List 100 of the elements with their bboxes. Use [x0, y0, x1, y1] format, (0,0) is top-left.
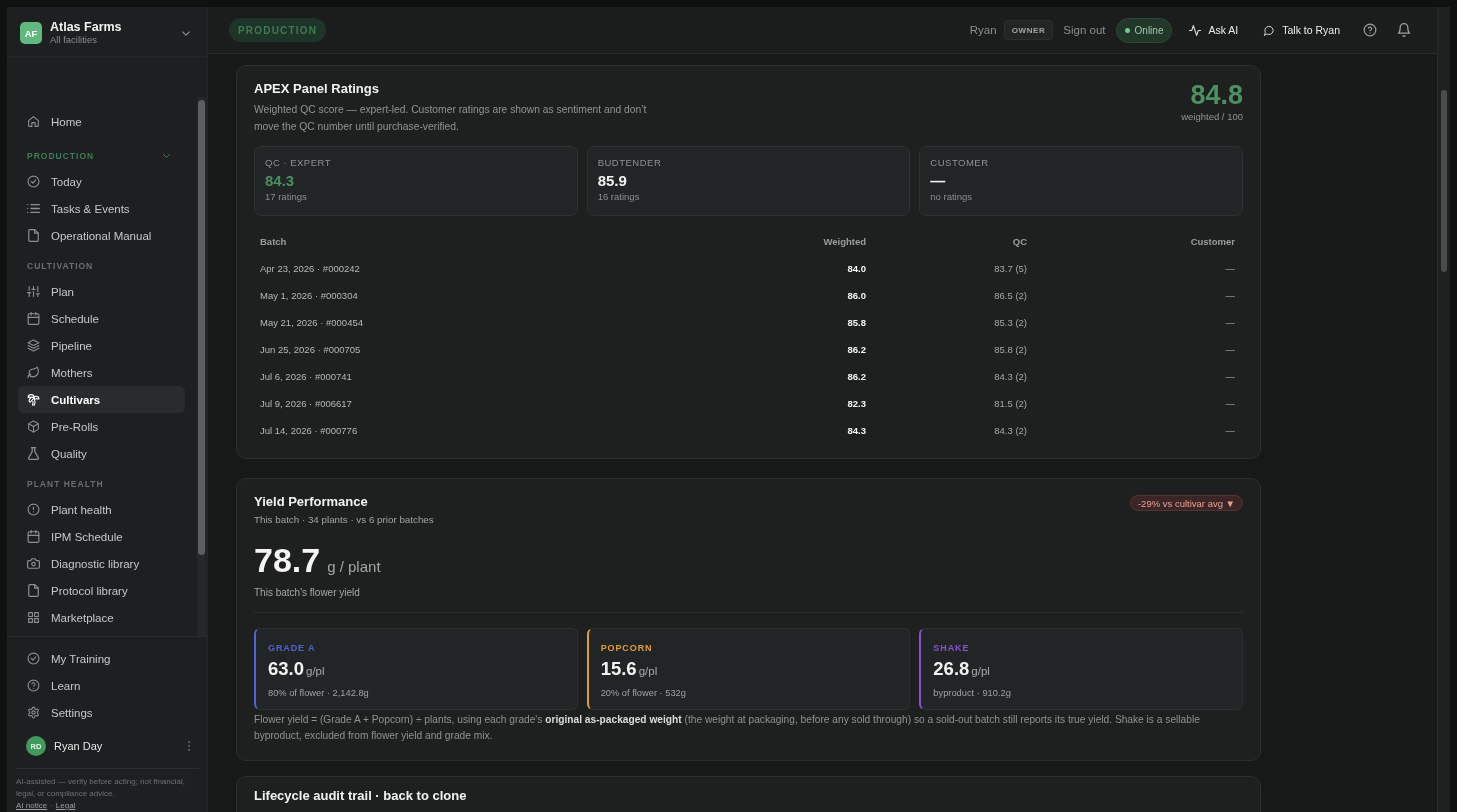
- workspace-subtitle: All facilities: [50, 34, 98, 46]
- grade-label: POPCORN: [600, 642, 654, 654]
- user-name: Ryan Day: [54, 740, 104, 752]
- workspace-avatar: AF: [20, 22, 42, 44]
- workspace-menu-button[interactable]: [182, 30, 190, 36]
- table-cell: Jul 9, 2026 · #006617: [260, 398, 352, 409]
- sidebar-item[interactable]: My Training: [18, 645, 185, 672]
- notifications-button[interactable]: [1397, 23, 1411, 37]
- grade-value: 63.0: [268, 657, 304, 681]
- chat-bubble-icon: [1263, 24, 1276, 36]
- stat-label: QC · EXPERT: [265, 157, 333, 169]
- activity-icon: [1189, 24, 1202, 36]
- table-cell: 85.8 (2): [994, 344, 1027, 355]
- stat-label: BUDTENDER: [597, 157, 663, 169]
- table-cell: 84.3: [847, 425, 866, 436]
- user-name: Ryan: [969, 24, 997, 36]
- scrollbar-thumb[interactable]: [1441, 90, 1447, 272]
- legal-link[interactable]: Legal: [55, 800, 76, 812]
- grade-detail: 20% of flower · 532g: [600, 687, 687, 699]
- section-header: CULTIVATION: [26, 260, 95, 273]
- stat-value: 85.9: [597, 171, 628, 191]
- link-separator: ·: [50, 800, 53, 812]
- sidebar-item[interactable]: Tasks & Events: [18, 195, 185, 222]
- action-button[interactable]: Talk to Ryan: [1255, 17, 1348, 43]
- sidebar-item[interactable]: Protocol library: [18, 577, 185, 604]
- table-cell: Jul 6, 2026 · #000741: [260, 371, 352, 382]
- workspace-name: Atlas Farms: [50, 20, 123, 34]
- grade-label: GRADE A: [268, 642, 317, 654]
- box-icon: [27, 420, 40, 433]
- sidebar-item[interactable]: Mothers: [18, 359, 185, 386]
- score-caption: weighted / 100: [1181, 111, 1243, 123]
- table-cell: —: [1225, 344, 1235, 355]
- column-header: Batch: [260, 236, 287, 247]
- document-icon: [27, 229, 40, 242]
- table-cell: —: [1225, 317, 1235, 328]
- help-button[interactable]: [1363, 23, 1377, 37]
- stat-value: —: [930, 171, 947, 191]
- flask-icon: [27, 447, 40, 460]
- disclaimer-text: AI-assisted — verify before acting; not financial, legal, or compliance advice.: [16, 776, 186, 800]
- column-header: Customer: [1190, 236, 1235, 247]
- action-button[interactable]: Ask AI: [1181, 17, 1247, 43]
- sidebar-item[interactable]: Operational Manual: [18, 222, 185, 249]
- legal-link[interactable]: AI notice: [16, 800, 48, 812]
- grade-value: 15.6: [600, 657, 637, 681]
- settings-icon: [27, 706, 40, 719]
- sidebar-item[interactable]: Home: [18, 108, 185, 135]
- sidebar-item[interactable]: Settings: [18, 699, 185, 726]
- sidebar-item[interactable]: Plan: [18, 278, 185, 305]
- home-icon: [27, 115, 40, 128]
- card-description: Weighted QC score — expert-led. Customer ratings are shown as sentiment and don’t move the QC number until purchase-verified.: [254, 103, 648, 134]
- sidebar-item[interactable]: Today: [18, 168, 185, 195]
- table-cell: 86.2: [847, 371, 866, 382]
- table-cell: 84.3 (2): [994, 371, 1027, 382]
- sidebar-item[interactable]: IPM Schedule: [18, 523, 185, 550]
- context-tag: PRODUCTION: [229, 18, 327, 42]
- document-icon: [27, 584, 40, 597]
- section-header: PLANT HEALTH: [26, 478, 105, 491]
- column-header: Weighted: [823, 236, 866, 247]
- sidebar-item[interactable]: Cultivars: [18, 386, 185, 413]
- yield-unit: g / plant: [327, 557, 381, 577]
- grade-detail: byproduct · 910.2g: [933, 687, 1012, 699]
- card-subtitle: This batch · 34 plants · vs 6 prior batches: [254, 513, 434, 527]
- sidebar-item[interactable]: Pipeline: [18, 332, 185, 359]
- help-icon: [27, 679, 40, 692]
- grade-unit: g/pl: [638, 664, 658, 679]
- sidebar-item[interactable]: Quality: [18, 440, 185, 467]
- scrollbar-thumb[interactable]: [198, 100, 205, 555]
- palm-tree-icon: [27, 393, 40, 406]
- table-cell: Jun 25, 2026 · #000705: [260, 344, 361, 355]
- stat-value: 84.3: [265, 171, 296, 191]
- table-cell: 86.2: [847, 344, 866, 355]
- footnote: Flower yield = (Grade A + Popcorn) ÷ plants, using each grade's original as-packaged weight (the weight at packaging, before any sold through) so a sold-out batch still reports its true yield. Shake is a sellable byproduct, excluded from flower yield and grade mix.: [254, 713, 1201, 743]
- sidebar-item[interactable]: Learn: [18, 672, 185, 699]
- table-cell: —: [1225, 290, 1235, 301]
- table-cell: —: [1225, 371, 1235, 382]
- sidebar-item[interactable]: Marketplace: [18, 604, 185, 631]
- sidebar-item[interactable]: Schedule: [18, 305, 185, 332]
- sliders-icon: [27, 285, 40, 298]
- sign-out-link[interactable]: Sign out: [1063, 24, 1106, 36]
- table-cell: 86.0: [847, 290, 866, 301]
- role-badge: OWNER: [1003, 20, 1054, 40]
- grade-unit: g/pl: [971, 664, 990, 679]
- calendar-icon: [27, 530, 40, 543]
- table-cell: 84.0: [847, 263, 866, 274]
- table-cell: 83.7 (5): [994, 263, 1027, 274]
- yield-caption: This batch's flower yield: [254, 587, 361, 599]
- grade-detail: 80% of flower · 2,142.8g: [268, 687, 370, 699]
- sidebar-item[interactable]: Plant health: [18, 496, 185, 523]
- calendar-icon: [27, 312, 40, 325]
- grade-value: 26.8: [933, 657, 970, 681]
- user-menu-button[interactable]: [187, 741, 191, 751]
- stat-count: 16 ratings: [597, 191, 641, 203]
- camera-icon: [27, 557, 40, 570]
- status-label: Online: [1134, 24, 1164, 36]
- sidebar-item[interactable]: Pre-Rolls: [18, 413, 185, 440]
- grade-label: SHAKE: [933, 642, 971, 654]
- sidebar-item[interactable]: Diagnostic library: [18, 550, 185, 577]
- table-cell: Jul 14, 2026 · #000776: [260, 425, 358, 436]
- table-cell: 85.8: [847, 317, 866, 328]
- leaf-icon: [27, 366, 40, 379]
